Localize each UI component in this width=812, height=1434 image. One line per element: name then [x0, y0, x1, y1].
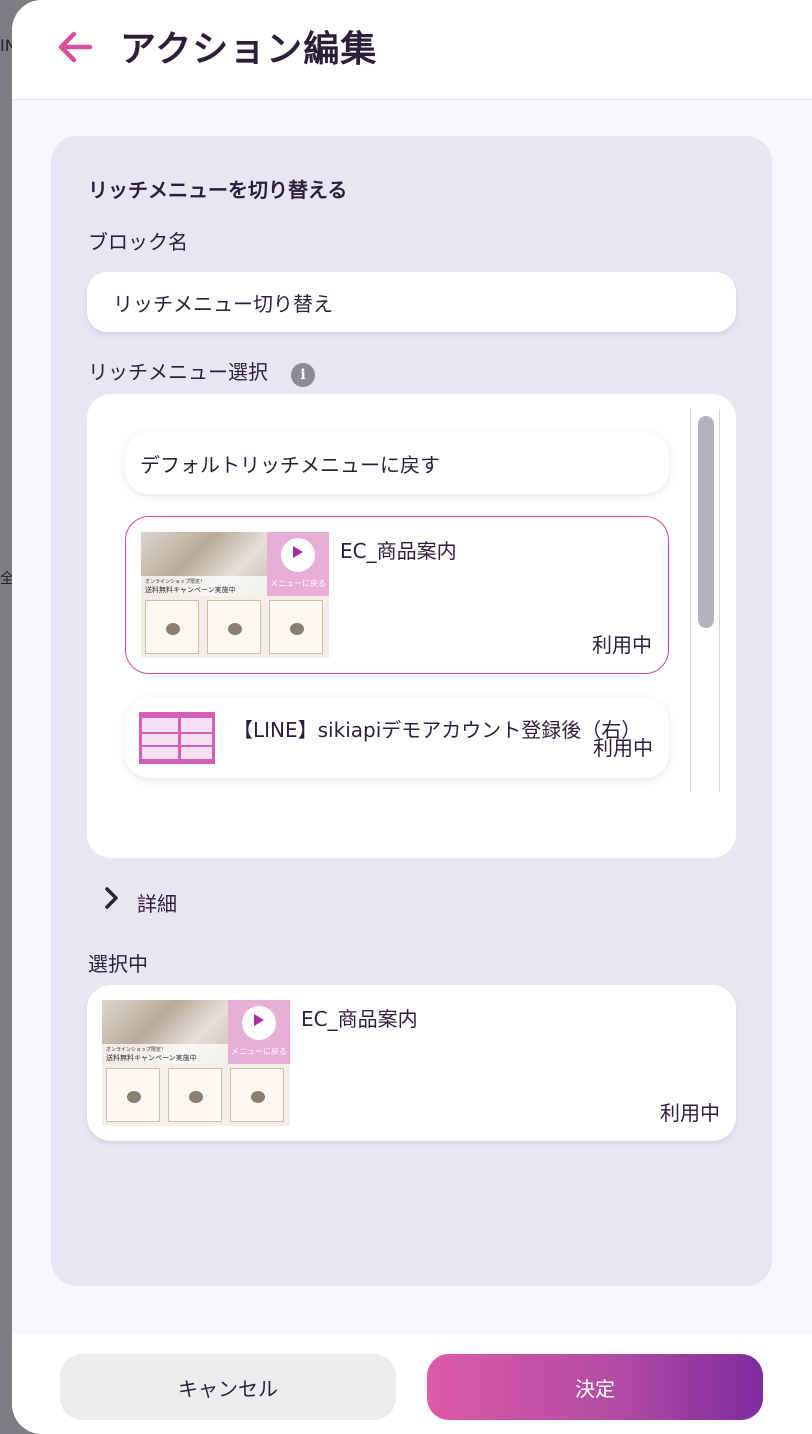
info-icon[interactable]: i: [291, 363, 315, 387]
thumbnail-cell: [181, 718, 212, 732]
thumbnail-tile: [230, 1068, 284, 1122]
rich-menu-list: デフォルトリッチメニューに戻す オンラインショップ限定！ 送料無料キャンペーン実…: [87, 394, 736, 858]
rich-menu-item-title: EC_商品案内: [340, 539, 457, 563]
thumbnail-back-text: メニューに戻る: [231, 1047, 287, 1056]
tile-icon: [189, 1091, 203, 1103]
logo-icon: [281, 538, 315, 572]
thumbnail-cell: [181, 734, 212, 745]
thumbnail-banner-text: 送料無料キャンペーン実施中: [106, 1054, 197, 1062]
rich-menu-thumbnail: オンラインショップ限定！ 送料無料キャンペーン実施中 メニューに戻る: [141, 532, 329, 658]
cancel-button[interactable]: キャンセル: [60, 1354, 396, 1420]
thumbnail-tile: [269, 600, 323, 654]
rich-menu-item-status: 利用中: [593, 736, 653, 760]
thumbnail-banner: オンラインショップ限定！ 送料無料キャンペーン実施中: [102, 1044, 228, 1064]
thumbnail-tile: [145, 600, 199, 654]
default-menu-button[interactable]: デフォルトリッチメニューに戻す: [125, 432, 669, 494]
rich-menu-item-title: 【LINE】sikiapiデモアカウント登録後（右）: [233, 718, 642, 742]
thumbnail-tiles: [102, 1064, 290, 1126]
block-name-label: ブロック名: [88, 230, 188, 254]
thumbnail-cell: [142, 734, 178, 745]
rich-menu-thumbnail: [139, 712, 215, 764]
confirm-button[interactable]: 決定: [427, 1354, 763, 1420]
page-title: アクション編集: [120, 29, 378, 70]
selected-rich-menu: オンラインショップ限定！ 送料無料キャンペーン実施中 メニューに戻る EC_商品…: [87, 985, 736, 1141]
action-card: リッチメニューを切り替える ブロック名 リッチメニュー選択 i デフォルトリッチ…: [51, 136, 772, 1286]
thumbnail-banner: オンラインショップ限定！ 送料無料キャンペーン実施中: [141, 576, 267, 596]
panel-footer: キャンセル 決定: [12, 1334, 812, 1434]
logo-icon: [242, 1006, 276, 1040]
rich-menu-item-status: 利用中: [592, 633, 652, 657]
tile-icon: [251, 1091, 265, 1103]
rich-menu-list-viewport: デフォルトリッチメニューに戻す オンラインショップ限定！ 送料無料キャンペーン実…: [87, 410, 719, 790]
panel-header: アクション編集: [12, 0, 812, 100]
thumbnail-cell: [181, 747, 212, 759]
thumbnail-banner-text: 送料無料キャンペーン実施中: [145, 586, 236, 594]
thumbnail-back-text: メニューに戻る: [270, 579, 326, 588]
rich-menu-thumbnail: オンラインショップ限定！ 送料無料キャンペーン実施中 メニューに戻る: [102, 1000, 290, 1126]
thumbnail-banner-small: オンラインショップ限定！: [145, 579, 206, 585]
selected-item-status: 利用中: [660, 1101, 720, 1125]
thumbnail-tile: [106, 1068, 160, 1122]
tile-icon: [127, 1091, 141, 1103]
action-edit-panel: アクション編集 リッチメニューを切り替える ブロック名 リッチメニュー選択 i …: [12, 0, 812, 1434]
thumbnail-tiles: [141, 596, 329, 658]
menu-select-label: リッチメニュー選択: [88, 360, 268, 384]
rich-menu-item[interactable]: 【LINE】sikiapiデモアカウント登録後（右） 利用中: [125, 698, 669, 778]
block-name-input[interactable]: [87, 272, 736, 332]
selected-item-title: EC_商品案内: [301, 1007, 418, 1031]
list-scrollbar-thumb[interactable]: [698, 416, 714, 628]
thumbnail-tile: [207, 600, 261, 654]
action-type-title: リッチメニューを切り替える: [88, 178, 348, 202]
details-label: 詳細: [137, 892, 177, 916]
thumbnail-cell: [142, 718, 178, 732]
tile-icon: [228, 623, 242, 635]
selected-label: 選択中: [88, 952, 148, 976]
thumbnail-back-area: メニューに戻る: [267, 532, 329, 596]
thumbnail-tile: [168, 1068, 222, 1122]
arrow-left-icon[interactable]: [54, 26, 96, 68]
chevron-right-icon: [105, 887, 118, 909]
thumbnail-banner-small: オンラインショップ限定！: [106, 1047, 167, 1053]
thumbnail-cell: [142, 747, 178, 759]
tile-icon: [290, 623, 304, 635]
rich-menu-item[interactable]: オンラインショップ限定！ 送料無料キャンペーン実施中 メニューに戻る EC_商品…: [125, 516, 669, 674]
tile-icon: [166, 623, 180, 635]
thumbnail-back-area: メニューに戻る: [228, 1000, 290, 1064]
